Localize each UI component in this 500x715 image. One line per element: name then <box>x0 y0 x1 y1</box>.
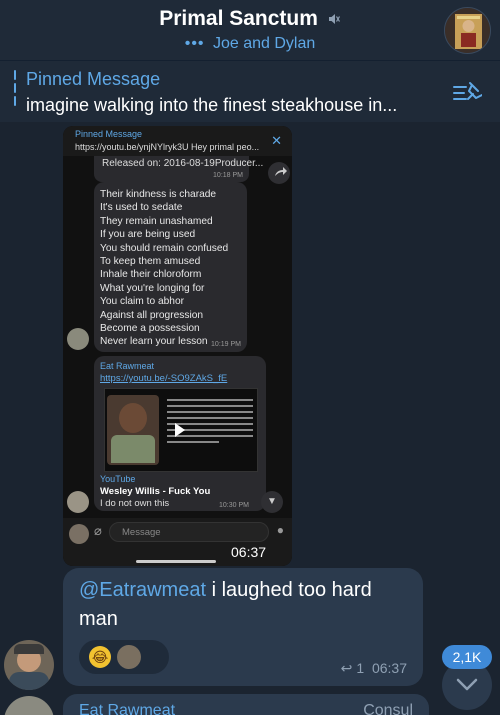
sender-avatar[interactable] <box>4 640 54 690</box>
next-message-bubble[interactable]: Eat Rawmeat Consul <box>63 694 429 715</box>
typing-dots-icon: ••• <box>184 35 205 52</box>
home-indicator <box>136 560 216 563</box>
shot-clock: 06:37 <box>231 544 267 560</box>
pinned-list-icon[interactable] <box>452 79 482 107</box>
message-bubble[interactable]: @Eatrawmeat i laughed too hard man 😂 ↩ 1 … <box>63 568 423 686</box>
typing-status: ••• Joe and Dylan <box>184 35 316 52</box>
video-preview <box>104 388 258 472</box>
screenshot-image[interactable]: Pinned Message https://youtu.be/ynjNYlry… <box>63 126 292 566</box>
pinned-title: Pinned Message <box>26 69 161 89</box>
pinned-indicator <box>14 70 16 114</box>
pinned-text: imagine walking into the finest steakhou… <box>26 95 398 115</box>
reactor-avatar <box>117 645 141 669</box>
chevron-down-icon <box>456 678 478 691</box>
shot-avatar <box>67 491 89 513</box>
shot-avatar <box>67 328 89 350</box>
close-icon: ✕ <box>271 133 282 148</box>
chat-title[interactable]: Primal Sanctum <box>0 7 500 31</box>
laughing-emoji-icon: 😂 <box>89 646 111 668</box>
chevron-down-icon: ▼ <box>261 491 283 513</box>
shot-bubble-released: Released on: 2016-08-19Producer... 10:18… <box>94 156 263 182</box>
reactions[interactable]: 😂 <box>79 640 169 674</box>
shot-avatar <box>69 524 89 544</box>
group-avatar[interactable] <box>444 7 491 54</box>
shot-message-field: Message <box>109 522 269 542</box>
play-icon <box>175 423 185 437</box>
message-text: @Eatrawmeat i laughed too hard man <box>79 579 372 630</box>
lyrics-text: Their kindness is charade It's used to s… <box>100 189 229 348</box>
pinned-message-bar[interactable]: Pinned Message imagine walking into the … <box>0 60 500 122</box>
mention-link[interactable]: @Eatrawmeat <box>79 579 206 601</box>
mic-icon: ● <box>276 523 284 537</box>
attach-icon: ⌀ <box>94 523 102 538</box>
chat-header: Primal Sanctum ••• Joe and Dylan <box>0 0 500 60</box>
shot-link-bubble: Eat Rawmeat https://youtu.be/-SO9ZAkS_fE… <box>94 356 266 511</box>
mute-icon <box>328 14 340 25</box>
shot-pinned-bar: Pinned Message https://youtu.be/ynjNYlry… <box>63 126 292 156</box>
unread-badge[interactable]: 2,1K <box>442 645 492 669</box>
share-icon <box>268 162 290 184</box>
shot-lyrics-bubble: Their kindness is charade It's used to s… <box>94 182 247 352</box>
reply-icon[interactable]: ↩ <box>341 660 353 677</box>
message-meta: ↩ 1 06:37 <box>340 660 407 677</box>
shot-input-bar: ⌀ Message ● 06:37 <box>63 518 292 566</box>
